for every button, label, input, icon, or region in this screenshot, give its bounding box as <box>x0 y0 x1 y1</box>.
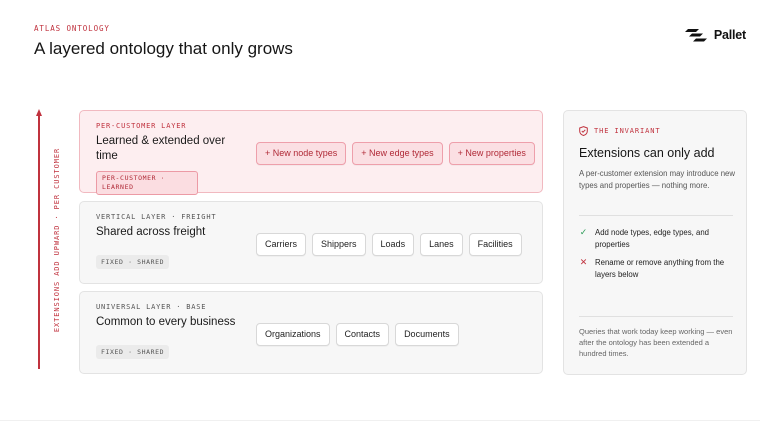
invariant-footer: Queries that work today keep working — e… <box>579 327 733 358</box>
rule-text: Add node types, edge types, and properti… <box>595 228 710 249</box>
invariant-description: A per-customer extension may introduce n… <box>579 169 736 190</box>
layer-label: VERTICAL LAYER · FREIGHT <box>96 213 217 221</box>
layer-chips: + New node types + New edge types + New … <box>256 142 535 165</box>
invariant-eyebrow-text: THE INVARIANT <box>594 127 661 135</box>
chip-loads: Loads <box>371 233 415 256</box>
chip-shippers: Shippers <box>312 233 366 256</box>
vertical-layer: VERTICAL LAYER · FREIGHT Shared across f… <box>79 201 543 284</box>
page-eyebrow: ATLAS ONTOLOGY <box>34 24 110 33</box>
axis-line <box>38 114 40 369</box>
layer-heading: Shared across freight <box>96 226 206 238</box>
rule-allowed: ✓ Add node types, edge types, and proper… <box>579 227 739 250</box>
chip-new-node-types: + New node types <box>256 142 347 165</box>
rule-forbidden: ✕ Rename or remove anything from the lay… <box>579 257 739 280</box>
layer-heading: Common to every business <box>96 316 236 328</box>
layer-label: UNIVERSAL LAYER · BASE <box>96 303 207 311</box>
chip-facilities: Facilities <box>468 233 522 256</box>
chip-contacts: Contacts <box>335 323 390 346</box>
shield-check-icon <box>579 126 588 136</box>
chip-organizations: Organizations <box>256 323 330 346</box>
layer-tag: FIXED · SHARED <box>96 255 170 269</box>
chip-new-properties: + New properties <box>448 142 535 165</box>
page-title: A layered ontology that only grows <box>34 39 293 58</box>
cross-icon: ✕ <box>579 257 588 267</box>
check-icon: ✓ <box>579 227 588 237</box>
invariant-title: Extensions can only add <box>579 146 715 160</box>
invariant-card: THE INVARIANT Extensions can only add A … <box>563 110 747 375</box>
layer-heading: Learned & extended over time <box>96 135 226 162</box>
layer-tag: FIXED · SHARED <box>96 345 170 359</box>
universal-layer: UNIVERSAL LAYER · BASE Common to every b… <box>79 291 543 374</box>
axis-label: EXTENSIONS ADD UPWARD · PER CUSTOMER <box>53 147 61 333</box>
chip-new-edge-types: + New edge types <box>352 142 443 165</box>
layer-label: PER-CUSTOMER LAYER <box>96 122 187 130</box>
chip-documents: Documents <box>395 323 459 346</box>
brand-logo: Pallet <box>684 28 746 42</box>
divider <box>579 316 733 317</box>
chip-carriers: Carriers <box>256 233 307 256</box>
chip-lanes: Lanes <box>420 233 463 256</box>
invariant-eyebrow: THE INVARIANT <box>579 126 661 136</box>
rule-text: Rename or remove anything from the layer… <box>595 258 725 279</box>
pallet-logo-icon <box>684 28 707 41</box>
layer-tag: PER-CUSTOMER · LEARNED <box>96 171 198 195</box>
layer-chips: Organizations Contacts Documents <box>256 323 459 346</box>
brand-name: Pallet <box>713 28 746 42</box>
divider <box>579 215 733 216</box>
layer-chips: Carriers Shippers Loads Lanes Facilities <box>256 233 522 256</box>
per-customer-layer: PER-CUSTOMER LAYER Learned & extended ov… <box>79 110 543 195</box>
